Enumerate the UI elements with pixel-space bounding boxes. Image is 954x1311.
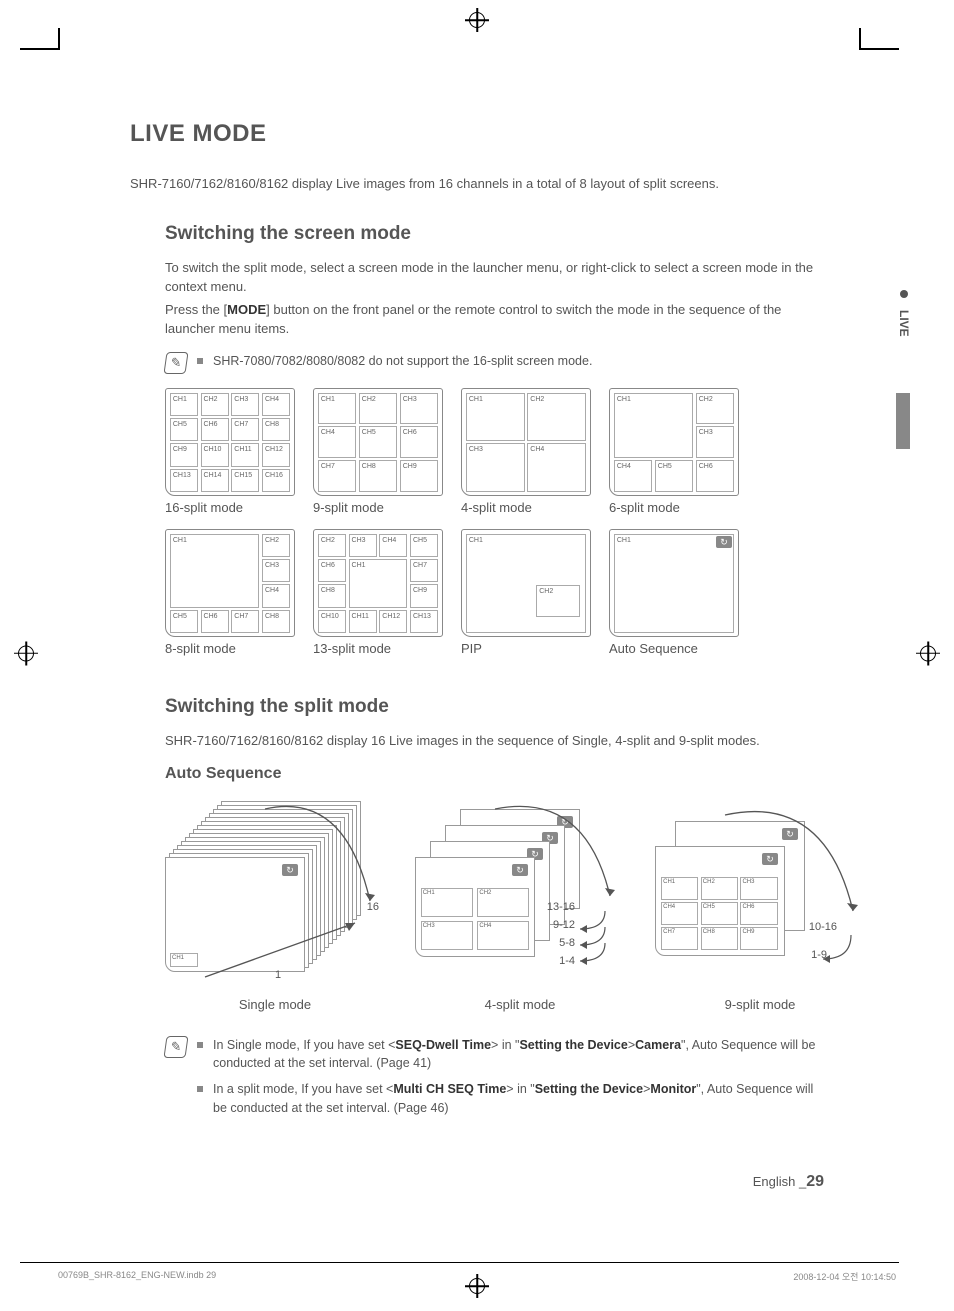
registration-mark-right [920, 645, 936, 666]
page-footer: English _29 [753, 1173, 824, 1191]
side-tab-label: LIVE [897, 304, 911, 343]
screen-diagram: CH1 CH2 CH3 CH4 CH5 CH6 CH7 CH8 CH9 CH10… [313, 529, 443, 637]
mode-auto-sequence: CH1 Auto Sequence [609, 529, 739, 656]
mode-pip: CH1 CH2 PIP [461, 529, 591, 656]
registration-mark-left [18, 645, 34, 666]
print-timestamp: 2008-12-04 오전 10:14:50 [793, 1270, 896, 1283]
body-text: To switch the split mode, select a scree… [165, 259, 824, 297]
seq-9split: CH1 CH2 CH3 CH4 CH5 CH6 CH7 CH8 CH9 1-9 … [655, 801, 865, 1012]
note-icon: ✎ [163, 352, 188, 374]
mode-4-split: CH1 CH2 CH3 CH4 4-split mode [461, 388, 591, 515]
mode-label: 13-split mode [313, 641, 391, 656]
modes-row-1: CH1 CH2 CH3 CH4 CH5 CH6 CH7 CH8 CH9 CH10… [165, 388, 824, 515]
screen-diagram: CH1 CH2 [461, 529, 591, 637]
note-icon: ✎ [163, 1036, 188, 1058]
side-tab-block [896, 393, 910, 449]
mode-8-split: CH1 CH2 CH3 CH4 CH5 CH6 CH7 CH8 8-split … [165, 529, 295, 656]
mode-6-split: CH1 CH2 CH3 CH4 CH5 CH6 6-split mode [609, 388, 739, 515]
screen-diagram: CH1 CH2 CH3 CH4 CH5 CH6 [609, 388, 739, 496]
screen-diagram: CH1 CH2 CH3 CH4 [461, 388, 591, 496]
body-text: SHR-7160/7162/8160/8162 display 16 Live … [165, 732, 824, 751]
print-file: 00769B_SHR-8162_ENG-NEW.indb 29 [58, 1270, 216, 1283]
section-title: Switching the split mode [165, 696, 824, 718]
cycle-arrow-icon [655, 801, 865, 991]
screen-diagram: CH1 CH2 CH3 CH4 CH5 CH6 CH7 CH8 [165, 529, 295, 637]
seq-label: 9-split mode [725, 997, 796, 1012]
subsection-title: Auto Sequence [165, 765, 824, 783]
seq-label: Single mode [239, 997, 311, 1012]
bullet-icon [197, 358, 203, 364]
print-info: 00769B_SHR-8162_ENG-NEW.indb 29 2008-12-… [58, 1270, 896, 1283]
side-dot [900, 290, 908, 298]
mode-16-split: CH1 CH2 CH3 CH4 CH5 CH6 CH7 CH8 CH9 CH10… [165, 388, 295, 515]
note-text: In a split mode, If you have set <Multi … [213, 1080, 824, 1116]
mode-label: 6-split mode [609, 500, 680, 515]
note-text: SHR-7080/7082/8080/8082 do not support t… [213, 352, 592, 370]
screen-diagram: CH1 [609, 529, 739, 637]
intro-text: SHR-7160/7162/8160/8162 display Live ima… [130, 176, 824, 191]
mode-13-split: CH1 CH2 CH3 CH4 CH5 CH6 CH7 CH8 CH9 CH10… [313, 529, 443, 656]
screen-diagram: CH1 CH2 CH3 CH4 CH5 CH6 CH7 CH8 CH9 CH10… [165, 388, 295, 496]
body-text: Press the [MODE] button on the front pan… [165, 301, 824, 339]
modes-row-2: CH1 CH2 CH3 CH4 CH5 CH6 CH7 CH8 8-split … [165, 529, 824, 656]
mode-9-split: CH1 CH2 CH3 CH4 CH5 CH6 CH7 CH8 CH9 9-sp… [313, 388, 443, 515]
mode-label: 9-split mode [313, 500, 384, 515]
mode-label: 4-split mode [461, 500, 532, 515]
auto-sequence-icon [716, 536, 732, 548]
auto-sequence-diagrams: CH1 1 16 Single mode [165, 801, 824, 1012]
note-row: ✎ In Single mode, If you have set <SEQ-D… [165, 1036, 824, 1117]
page-heading: LIVE MODE [130, 120, 824, 148]
note-row: ✎ SHR-7080/7082/8080/8082 do not support… [165, 352, 824, 374]
seq-label: 4-split mode [485, 997, 556, 1012]
bullet-icon [197, 1086, 203, 1092]
cycle-arrow-icon [415, 801, 625, 991]
mode-label: 8-split mode [165, 641, 236, 656]
seq-4split: CH1 CH2 CH3 CH4 1-4 5-8 9-12 13-16 [415, 801, 625, 1012]
crop-mark [20, 1262, 899, 1263]
section-title: Switching the screen mode [165, 223, 824, 245]
screen-diagram: CH1 CH2 CH3 CH4 CH5 CH6 CH7 CH8 CH9 [313, 388, 443, 496]
note-text: In Single mode, If you have set <SEQ-Dwe… [213, 1036, 824, 1072]
side-tab: LIVE [884, 290, 924, 449]
seq-single: CH1 1 16 Single mode [165, 801, 385, 1012]
cycle-arrow-icon [165, 801, 385, 991]
mode-label: Auto Sequence [609, 641, 698, 656]
bullet-icon [197, 1042, 203, 1048]
mode-label: PIP [461, 641, 482, 656]
mode-label: 16-split mode [165, 500, 243, 515]
